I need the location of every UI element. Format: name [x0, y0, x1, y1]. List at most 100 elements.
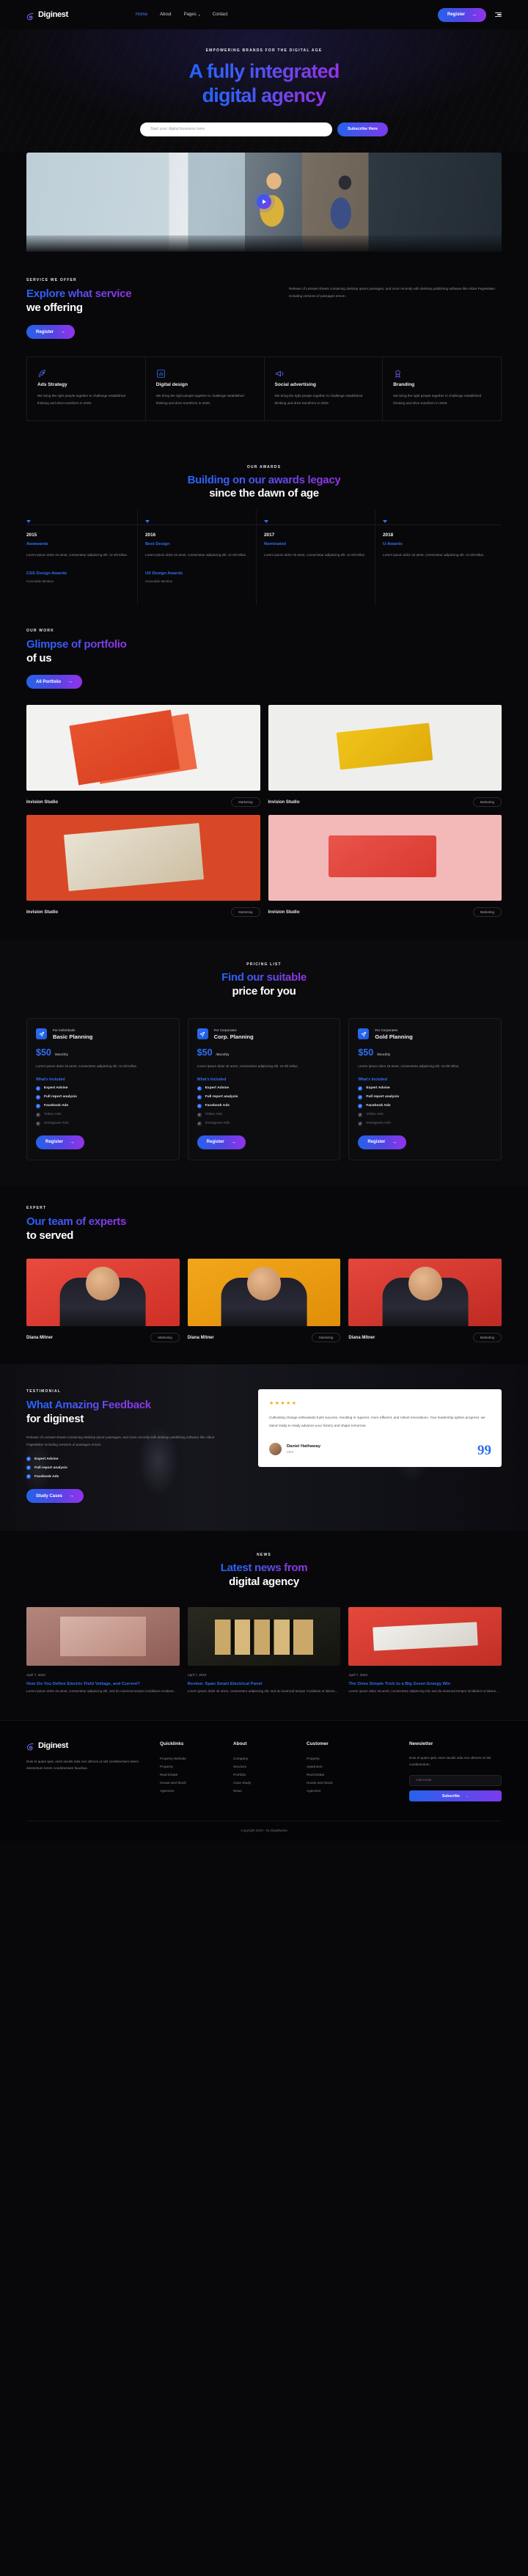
- leaf-swirl-logo-icon: [26, 1741, 34, 1751]
- portfolio-meta: Invision Studio Marketing: [268, 797, 502, 808]
- register-button[interactable]: Register →: [437, 7, 486, 22]
- news-post[interactable]: April 7, 2022 The Ones Simple Trick to a…: [348, 1606, 502, 1695]
- newsletter-email-input[interactable]: [409, 1775, 502, 1787]
- brand-logo[interactable]: Diginest: [26, 10, 68, 20]
- nav-item-home[interactable]: Home: [136, 12, 147, 17]
- hero-section: EMPOWERING BRANDS FOR THE DIGITAL AGE A …: [0, 29, 528, 153]
- service-card[interactable]: Ads Strategy We bring the right people t…: [26, 357, 146, 421]
- footer-link[interactable]: Portfolio: [233, 1771, 290, 1779]
- pricing-card-header: For Corporates Corp. Planning: [197, 1028, 331, 1040]
- footer-link[interactable]: Property: [160, 1763, 217, 1771]
- footer-link[interactable]: Agencies: [307, 1787, 364, 1795]
- main-nav: Home About Pages ▾ Contact: [136, 12, 227, 17]
- pricing-feature: ✓ Expert Advise: [358, 1086, 492, 1091]
- hero-subscribe-button[interactable]: Subscribe Here: [337, 122, 389, 136]
- footer-link[interactable]: Property Website: [160, 1754, 217, 1763]
- pricing-included-label: What's Included: [358, 1077, 387, 1082]
- portfolio-name: Invision Studio: [26, 799, 58, 805]
- services-register-button[interactable]: Register →: [26, 325, 76, 340]
- footer-link[interactable]: Apartment: [307, 1763, 364, 1771]
- pricing-audience: For Corporates: [375, 1028, 398, 1032]
- rocket-icon: [37, 369, 47, 381]
- check-icon: ✓: [358, 1086, 363, 1091]
- services-card-grid: Ads Strategy We bring the right people t…: [26, 356, 502, 421]
- services-title-line1: Explore what service: [26, 287, 132, 300]
- arrow-right-icon: →: [69, 1493, 75, 1499]
- team-member[interactable]: Diana Mitner Marketing: [187, 1259, 341, 1343]
- footer-link[interactable]: News: [233, 1787, 290, 1795]
- pricing-register-button[interactable]: Register →: [358, 1135, 407, 1149]
- news-post-title[interactable]: How Do You Define Electric Field Voltage…: [26, 1681, 180, 1688]
- team-photo: [187, 1259, 341, 1327]
- footer-link[interactable]: House and Stock: [307, 1779, 364, 1787]
- arrow-right-icon: →: [465, 1793, 469, 1799]
- portfolio-item[interactable]: Invision Studio Marketing: [268, 705, 502, 808]
- hamburger-icon[interactable]: [495, 12, 502, 18]
- hero-email-input[interactable]: [139, 122, 332, 136]
- play-icon[interactable]: [257, 194, 271, 210]
- service-card[interactable]: Social advertising We bring the right pe…: [264, 357, 384, 421]
- service-card[interactable]: Branding We bring the right people toget…: [383, 357, 502, 421]
- portfolio-meta: Invision Studio Marketing: [26, 797, 260, 808]
- hero-video-section: [0, 152, 528, 252]
- pricing-eyebrow: PRICING LIST: [246, 962, 282, 967]
- award-extra-title: CSS Design Awards: [26, 571, 67, 576]
- awards-title-line1: Building on our awards legacy: [187, 473, 341, 486]
- team-meta: Diana Mitner Marketing: [188, 1333, 341, 1343]
- check-icon: ✓: [36, 1121, 40, 1126]
- nav-item-about[interactable]: About: [160, 12, 172, 17]
- paper-plane-icon: [358, 1028, 370, 1040]
- team-member[interactable]: Diana Mitner Marketing: [348, 1259, 502, 1343]
- news-date: April 7, 2022: [187, 1672, 207, 1677]
- nav-item-contact[interactable]: Contact: [213, 12, 228, 17]
- news-thumbnail: [348, 1606, 502, 1666]
- footer-link[interactable]: House and Stock: [160, 1779, 217, 1787]
- team-name: Diana Mitner: [348, 1335, 375, 1340]
- award-extra-sub: Honorable Mention: [145, 579, 173, 583]
- pricing-register-button[interactable]: Register →: [36, 1135, 85, 1149]
- arrow-right-icon: →: [392, 1139, 397, 1145]
- footer-link[interactable]: Case Study: [233, 1779, 290, 1787]
- pricing-feature: ✓ Full report analysis: [358, 1094, 492, 1099]
- team-member[interactable]: Diana Mitner Marketing: [26, 1259, 180, 1343]
- pricing-register-button[interactable]: Register →: [197, 1135, 246, 1149]
- news-section: NEWS Latest news from digital agency Apr…: [0, 1531, 528, 1720]
- news-excerpt: Lorem ipsum dolor sit amet, consectetur …: [348, 1689, 499, 1694]
- footer-link[interactable]: Agencies: [160, 1787, 217, 1795]
- award-text: Lorem ipsum dolor sit amet, consectetur …: [264, 553, 366, 557]
- award-year: 2016: [145, 533, 156, 538]
- service-title: Social advertising: [274, 382, 316, 388]
- newsletter-subscribe-button[interactable]: Subscribe →: [409, 1790, 502, 1802]
- service-card[interactable]: Digital design We bring the right people…: [145, 357, 265, 421]
- awards-eyebrow: OUR AWARDS: [246, 464, 282, 469]
- all-portfolio-button[interactable]: All Portfolio →: [26, 675, 82, 689]
- check-icon: ✓: [26, 1457, 31, 1462]
- nav-item-pages[interactable]: Pages ▾: [184, 12, 200, 17]
- testimonial-title-line1: What Amazing Feedback: [26, 1399, 151, 1412]
- study-cases-button[interactable]: Study Cases →: [26, 1489, 84, 1504]
- footer-link[interactable]: Real Estate: [307, 1771, 364, 1779]
- testimonial-left: TESTIMONIAL What Amazing Feedback for di…: [26, 1389, 239, 1504]
- news-post[interactable]: April 7, 2022 How Do You Define Electric…: [26, 1606, 180, 1695]
- feature-label: Expert Advise: [205, 1086, 230, 1091]
- footer-brand[interactable]: Diginest: [26, 1741, 144, 1751]
- pricing-description: Lorem ipsum dolor sit amet, consectetur …: [358, 1064, 460, 1069]
- news-post[interactable]: April 7, 2022 Review: Span Smart Electri…: [187, 1606, 341, 1695]
- portfolio-item[interactable]: Invision Studio Marketing: [26, 815, 260, 918]
- footer-link[interactable]: Company: [233, 1754, 290, 1763]
- site-footer: Diginest Duis et quam quis, enim iaculis…: [0, 1719, 528, 1842]
- check-icon: ✓: [358, 1094, 363, 1099]
- award-item: 2017 Nominated Lorem ipsum dolor sit ame…: [264, 510, 383, 605]
- news-post-title[interactable]: Review: Span Smart Electrical Panel: [188, 1681, 341, 1688]
- service-text: We bring the right people together to ch…: [155, 394, 244, 406]
- news-post-title[interactable]: The Ones Simple Trick to a Big Green Ene…: [348, 1681, 502, 1688]
- badge-icon: [393, 369, 403, 381]
- portfolio-item[interactable]: Invision Studio Marketing: [26, 705, 260, 808]
- footer-column-heading: Customer: [307, 1741, 329, 1746]
- portfolio-item[interactable]: Invision Studio Marketing: [268, 815, 502, 918]
- footer-link[interactable]: Property: [307, 1754, 364, 1763]
- footer-link[interactable]: Services: [233, 1763, 290, 1771]
- footer-link[interactable]: Real Estate: [160, 1771, 217, 1779]
- team-eyebrow: EXPERT: [26, 1205, 47, 1210]
- portfolio-thumbnail: [268, 815, 502, 901]
